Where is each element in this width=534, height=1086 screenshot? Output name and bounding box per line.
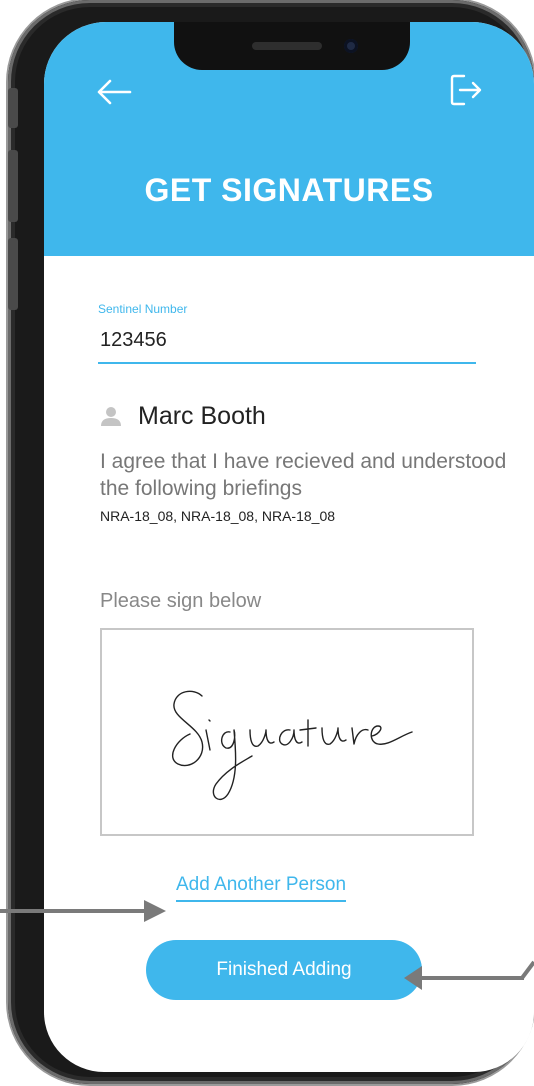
sentinel-number-input[interactable] [98,318,476,364]
phone-notch [174,22,410,70]
agreement-text: I agree that I have recieved and underst… [100,450,507,500]
page-title: GET SIGNATURES [144,172,434,208]
signature-drawing [172,690,413,800]
briefings-list: NRA-18_08, NRA-18_08, NRA-18_08 [100,508,336,524]
volume-down-button [8,238,18,310]
sentinel-number-label: Sentinel Number [98,302,188,316]
phone-frame: GET SIGNATURES Sentinel Number Marc Boot… [8,0,534,1084]
volume-up-button [8,150,18,222]
back-button[interactable] [94,74,134,110]
logout-button[interactable] [448,70,484,110]
mute-switch [8,88,18,128]
sign-prompt: Please sign below [100,590,262,612]
speaker-grille [252,42,322,50]
person-name: Marc Booth [138,401,266,430]
app-screen: GET SIGNATURES Sentinel Number Marc Boot… [44,22,534,1072]
user-icon [101,407,121,426]
signature-pad[interactable] [100,628,474,836]
arrow-left-icon [97,79,132,105]
add-another-person-link[interactable]: Add Another Person [176,874,347,902]
person-row: Marc Booth [100,398,266,434]
front-camera [344,39,358,53]
finished-adding-button[interactable]: Finished Adding [146,940,422,1000]
logout-icon [450,74,482,106]
